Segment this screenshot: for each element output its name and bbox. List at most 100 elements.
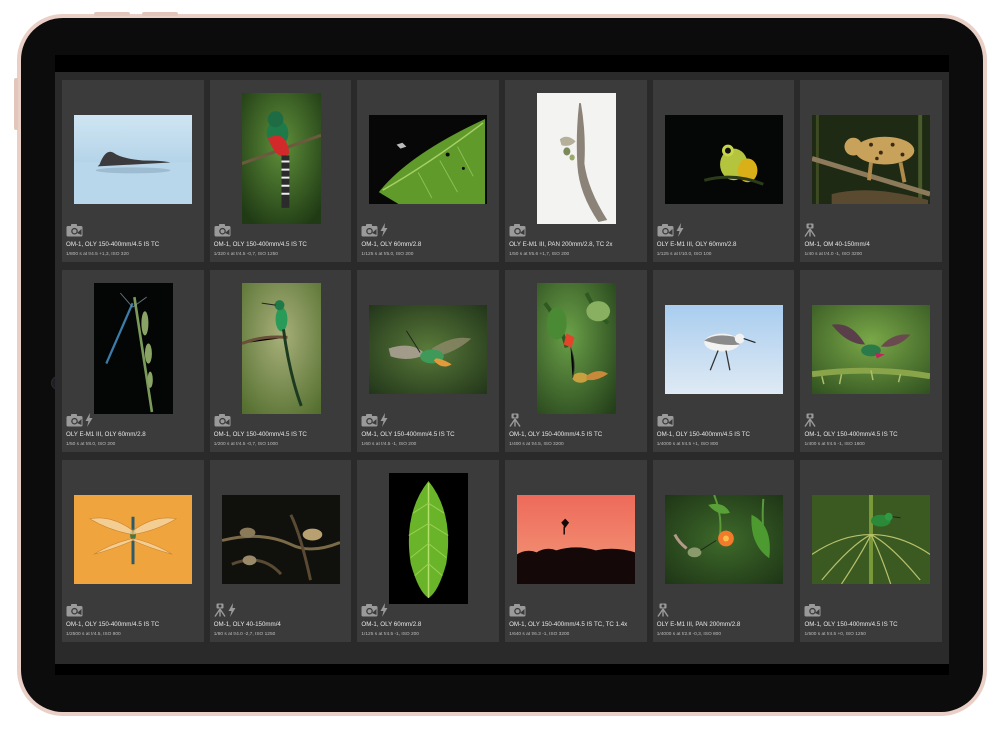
photo-thumbnail-image[interactable] xyxy=(537,93,617,224)
photo-exif: 1/125 s at f/4.5 -1, ISO 200 xyxy=(361,632,419,637)
photo-thumbnail-image[interactable] xyxy=(389,473,469,604)
photo-thumbnail-image[interactable] xyxy=(812,305,931,394)
photo-caption: OM-1, OLY 150-400mm/4.5 IS TC xyxy=(509,431,603,438)
photo-badges xyxy=(66,602,83,618)
photo-thumbnail-image[interactable] xyxy=(369,305,488,394)
photo-badges xyxy=(214,412,231,428)
photo-thumbnail-cell[interactable]: OM-1, OLY 150-400mm/4.5 IS TC 1/400 s at … xyxy=(505,270,647,452)
photo-thumbnail-image[interactable] xyxy=(812,495,931,584)
photo-thumbnail-image[interactable] xyxy=(537,283,617,414)
photo-exif: 1/400 s at f/4.5 -1, ISO 1600 xyxy=(804,442,865,447)
photo-thumbnail-cell[interactable]: OM-1, OLY 150-400mm/4.5 IS TC 1/2500 s at… xyxy=(62,460,204,642)
photo-thumbnail-image[interactable] xyxy=(241,283,321,414)
photo-badges xyxy=(657,412,674,428)
photo-badges xyxy=(804,222,817,238)
photo-caption: OM-1, OLY 150-400mm/4.5 IS TC, TC 1.4x xyxy=(509,621,628,628)
photo-exif: 1/125 s at f/5.0, ISO 200 xyxy=(361,252,414,257)
photo-caption: OM-1, OLY 150-400mm/4.5 IS TC xyxy=(804,621,898,628)
photo-badges xyxy=(66,222,83,238)
photo-thumbnail-cell[interactable]: OLY E-M1 III, OLY 60mm/2.8 1/50 s at f/8.… xyxy=(62,270,204,452)
photo-thumbnail-cell[interactable]: OM-1, OM 40-150mm/4 1/40 s at f/4.0 -1, I… xyxy=(800,80,943,262)
photo-thumbnail-image[interactable] xyxy=(812,115,931,204)
thumbnail-frame xyxy=(216,278,346,420)
photo-thumbnail-image[interactable] xyxy=(664,115,783,204)
thumbnail-frame xyxy=(806,278,936,420)
photo-thumbnail-image[interactable] xyxy=(74,115,192,204)
photo-badges xyxy=(804,412,817,428)
thumbnail-frame xyxy=(68,468,198,610)
thumbnail-frame xyxy=(806,88,936,230)
photo-thumbnail-cell[interactable]: OM-1, OLY 150-400mm/4.5 IS TC 1/4000 s at… xyxy=(652,270,795,452)
photo-thumbnail-image[interactable] xyxy=(517,495,636,584)
photo-exif: 1/80 s at f/4.0 -2,7, ISO 1250 xyxy=(213,632,276,637)
photo-thumbnail-cell[interactable]: OM-1, OLY 150-400mm/4.5 IS TC, TC 1.4x 1/… xyxy=(505,460,647,642)
photo-thumbnail-cell[interactable]: OLY E-M1 III, PAN 200mm/2.8 1/4000 s at f… xyxy=(652,460,795,642)
photo-exif: 1/200 s at f/4.5 -0,7, ISO 1000 xyxy=(213,442,278,447)
photo-caption: OM-1, OLY 150-400mm/4.5 IS TC xyxy=(66,241,160,248)
flash-icon xyxy=(380,223,388,237)
volume-button xyxy=(142,12,178,16)
photo-badges xyxy=(657,602,669,618)
photo-badges xyxy=(361,222,388,238)
side-button xyxy=(14,78,18,130)
thumbnail-frame xyxy=(68,88,198,230)
photo-thumbnail-image[interactable] xyxy=(221,495,340,584)
photo-thumbnail-image[interactable] xyxy=(74,495,192,584)
photo-caption: OM-1, OLY 40-150mm/4 xyxy=(213,621,281,628)
camera-icon xyxy=(657,223,674,237)
photo-exif: 1/40 s at f/4.0 -1, ISO 3200 xyxy=(804,252,863,257)
photo-exif: 1/60 s at f/4.5 -1, ISO 200 xyxy=(361,442,417,447)
photo-thumbnail-cell[interactable]: OM-1, OLY 60mm/2.8 1/125 s at f/5.0, ISO … xyxy=(357,80,500,262)
flash-icon xyxy=(676,223,684,237)
photo-thumbnail-image[interactable] xyxy=(241,93,321,224)
thumbnail-frame xyxy=(659,468,789,610)
photo-thumbnail-cell[interactable]: OM-1, OLY 150-400mm/4.5 IS TC 1/320 s at … xyxy=(209,80,352,262)
photo-exif: 1/125 s at f/10.0, ISO 100 xyxy=(656,252,712,257)
thumbnail-frame xyxy=(216,468,346,610)
photo-exif: 1/2500 s at f/4.5, ISO 800 xyxy=(66,632,121,637)
camera-icon xyxy=(657,413,674,427)
photo-exif: 1/50 s at f/5.6 +1,7, ISO 200 xyxy=(509,252,570,257)
photo-thumbnail-cell[interactable]: OLY E-M1 III, PAN 200mm/2.8, TC 2x 1/50 s… xyxy=(505,80,647,262)
camera-icon xyxy=(804,603,821,617)
thumbnail-frame xyxy=(363,468,493,610)
camera-icon xyxy=(214,223,231,237)
photo-thumbnail-cell[interactable]: OM-1, OLY 150-400mm/4.5 IS TC 1/800 s at … xyxy=(62,80,204,262)
tripod-icon xyxy=(509,413,521,427)
photo-thumbnail-image[interactable] xyxy=(664,495,783,584)
photo-thumbnail-cell[interactable]: OM-1, OLY 150-400mm/4.5 IS TC 1/500 s at … xyxy=(800,460,943,642)
photo-caption: OLY E-M1 III, OLY 60mm/2.8 xyxy=(656,241,737,248)
flash-icon xyxy=(380,603,388,617)
photo-thumbnail-cell[interactable]: OM-1, OLY 60mm/2.8 1/125 s at f/4.5 -1, I… xyxy=(357,460,500,642)
photo-thumbnail-cell[interactable]: OM-1, OLY 40-150mm/4 1/80 s at f/4.0 -2,7… xyxy=(209,460,352,642)
photo-exif: 1/4000 s at f/4.5 +1, ISO 800 xyxy=(656,442,719,447)
camera-icon xyxy=(509,223,526,237)
photo-badges xyxy=(214,602,236,618)
photo-badges xyxy=(361,412,388,428)
photo-thumbnail-image[interactable] xyxy=(94,283,173,414)
volume-button xyxy=(94,12,130,16)
camera-icon xyxy=(509,603,526,617)
photo-thumbnail-cell[interactable]: OM-1, OLY 150-400mm/4.5 IS TC 1/60 s at f… xyxy=(357,270,500,452)
camera-icon xyxy=(361,603,378,617)
camera-icon xyxy=(214,413,231,427)
thumbnail-grid-area[interactable]: OM-1, OLY 150-400mm/4.5 IS TC 1/800 s at … xyxy=(55,72,949,664)
photo-thumbnail-image[interactable] xyxy=(369,115,488,204)
photo-caption: OM-1, OLY 60mm/2.8 xyxy=(361,241,422,248)
photo-thumbnail-cell[interactable]: OM-1, OLY 150-400mm/4.5 IS TC 1/200 s at … xyxy=(209,270,352,452)
photo-caption: OLY E-M1 III, OLY 60mm/2.8 xyxy=(66,431,146,438)
photo-exif: 1/4000 s at f/2.8 -0,3, ISO 800 xyxy=(656,632,722,637)
photo-thumbnail-cell[interactable]: OLY E-M1 III, OLY 60mm/2.8 1/125 s at f/1… xyxy=(652,80,795,262)
thumbnail-frame xyxy=(659,278,789,420)
photo-caption: OM-1, OLY 150-400mm/4.5 IS TC xyxy=(213,431,307,438)
camera-icon xyxy=(66,223,83,237)
photo-badges xyxy=(509,222,526,238)
photo-thumbnail-image[interactable] xyxy=(664,305,783,394)
photo-badges xyxy=(66,412,93,428)
tripod-icon xyxy=(657,603,669,617)
photo-badges xyxy=(361,602,388,618)
photo-caption: OM-1, OLY 150-400mm/4.5 IS TC xyxy=(361,431,455,438)
thumbnail-frame xyxy=(806,468,936,610)
camera-icon xyxy=(361,223,378,237)
photo-thumbnail-cell[interactable]: OM-1, OLY 150-400mm/4.5 IS TC 1/400 s at … xyxy=(800,270,943,452)
